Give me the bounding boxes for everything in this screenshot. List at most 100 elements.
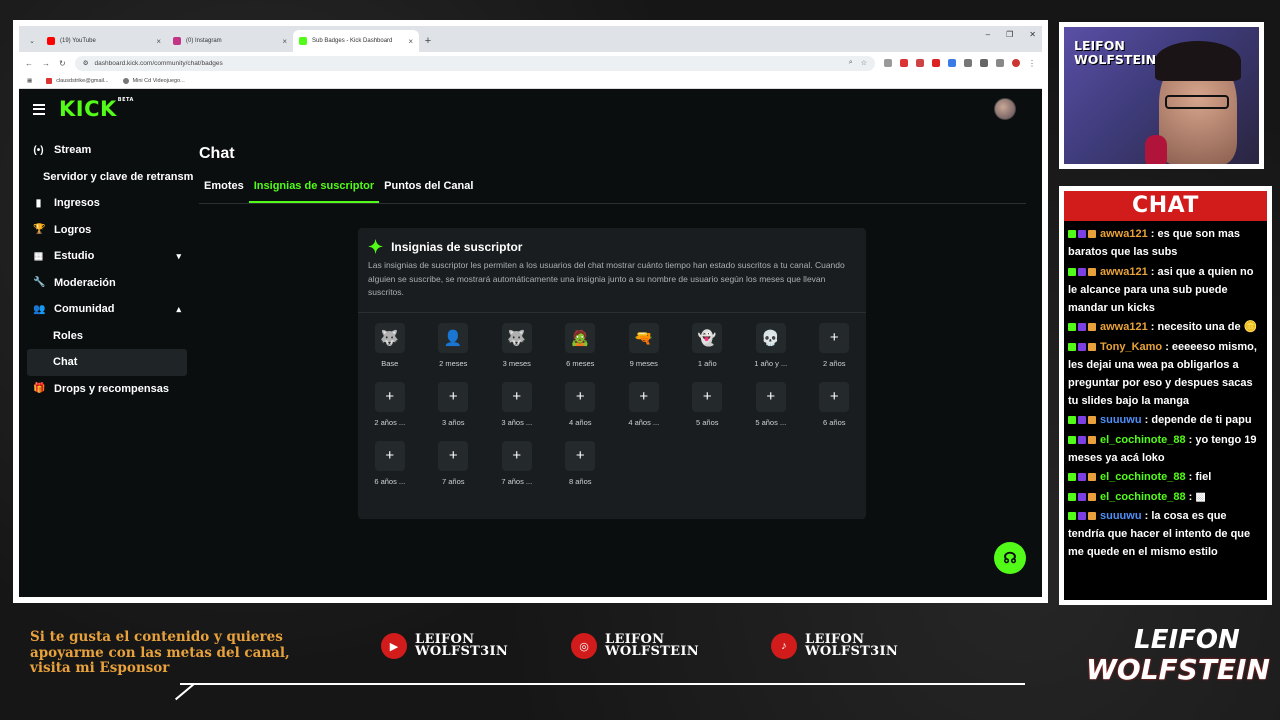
- kick-logo[interactable]: KICKBETA: [59, 97, 134, 121]
- bookmark-item[interactable]: Mini Cd Videojuego...: [122, 78, 185, 84]
- add-badge-plus-icon[interactable]: +: [438, 440, 469, 471]
- sidebar-item-ingresos[interactable]: ▮ Ingresos: [27, 190, 187, 217]
- add-badge-plus-icon[interactable]: +: [501, 381, 532, 412]
- divider: [180, 683, 1025, 685]
- instagram-favicon-icon: [173, 37, 181, 45]
- badge-slot[interactable]: 💀 1 año y ...: [739, 322, 803, 368]
- badge-image-icon[interactable]: 👤: [438, 322, 469, 353]
- browser-window: ⌄ (19) YouTube × (0) Instagram × Sub Bad…: [19, 26, 1042, 597]
- badge-slot[interactable]: +2 años: [803, 322, 867, 368]
- chat-message: suuuwu : la cosa es que tendría que hace…: [1068, 507, 1263, 561]
- zoom-icon[interactable]: ⌕: [849, 59, 853, 67]
- close-icon[interactable]: ×: [156, 37, 161, 46]
- badge-slot[interactable]: +6 años ...: [358, 440, 422, 486]
- support-headset-button[interactable]: ☊: [994, 542, 1026, 574]
- close-icon[interactable]: ×: [408, 37, 413, 46]
- add-badge-plus-icon[interactable]: +: [692, 381, 723, 412]
- close-icon[interactable]: ×: [282, 37, 287, 46]
- chat-text: necesito una de 🪙: [1157, 321, 1258, 333]
- bookmark-star-icon[interactable]: ☆: [861, 59, 867, 67]
- address-bar[interactable]: ⚙ dashboard.kick.com/community/chat/badg…: [74, 55, 875, 71]
- badge-slot[interactable]: +2 años ...: [358, 381, 422, 427]
- extension-icon[interactable]: [964, 59, 972, 67]
- extension-icon[interactable]: [900, 59, 908, 67]
- badge-slot[interactable]: 🔫 9 meses: [612, 322, 676, 368]
- badge-slot[interactable]: 🧟 6 meses: [549, 322, 613, 368]
- puzzle-icon[interactable]: [980, 59, 988, 67]
- tab-search-dropdown[interactable]: ⌄: [23, 30, 41, 52]
- sidebar-item-moderacion[interactable]: 🔧 Moderación: [27, 270, 187, 297]
- forward-icon[interactable]: →: [42, 59, 50, 68]
- chat-text: depende de ti papu: [1151, 414, 1252, 426]
- top-nav: KICKBETA: [19, 89, 1042, 129]
- new-tab-button[interactable]: +: [419, 30, 437, 52]
- add-badge-plus-icon[interactable]: +: [374, 381, 405, 412]
- browser-tab-instagram[interactable]: (0) Instagram ×: [167, 30, 293, 52]
- gmail-icon[interactable]: [932, 59, 940, 67]
- sidebar-item-stream[interactable]: (•) Stream: [27, 137, 187, 164]
- badge-image-icon[interactable]: 💀: [755, 322, 786, 353]
- badge-slot[interactable]: 👤 2 meses: [422, 322, 486, 368]
- tab-emotes[interactable]: Emotes: [199, 180, 249, 203]
- extension-icon[interactable]: [948, 59, 956, 67]
- add-badge-plus-icon[interactable]: +: [374, 440, 405, 471]
- close-window-icon[interactable]: ✕: [1029, 30, 1036, 39]
- badge-slot[interactable]: +4 años: [549, 381, 613, 427]
- badge-slot[interactable]: +3 años: [422, 381, 486, 427]
- badge-slot[interactable]: +6 años: [803, 381, 867, 427]
- badge-image-icon[interactable]: 👻: [692, 322, 723, 353]
- add-badge-plus-icon[interactable]: +: [565, 381, 596, 412]
- sidebar-item-comunidad[interactable]: 👥 Comunidad ▴: [27, 296, 187, 323]
- browser-tab-youtube[interactable]: (19) YouTube ×: [41, 30, 167, 52]
- badge-slot[interactable]: +5 años: [676, 381, 740, 427]
- site-info-icon[interactable]: ⚙: [83, 59, 89, 67]
- add-badge-plus-icon[interactable]: +: [819, 381, 850, 412]
- badge-slot[interactable]: 🐺 3 meses: [485, 322, 549, 368]
- badge-slot[interactable]: +4 años ...: [612, 381, 676, 427]
- add-badge-plus-icon[interactable]: +: [819, 322, 850, 353]
- badge-image-icon[interactable]: 🐺: [374, 322, 405, 353]
- badge-slot[interactable]: +3 años ...: [485, 381, 549, 427]
- back-icon[interactable]: ←: [25, 59, 33, 68]
- add-badge-plus-icon[interactable]: +: [501, 440, 532, 471]
- sidebar-item-server-key[interactable]: Servidor y clave de retransm: [27, 164, 193, 191]
- user-badge-icon: [1078, 492, 1086, 501]
- sidebar-item-estudio[interactable]: ▦ Estudio ▾: [27, 243, 187, 270]
- sidebar-item-chat[interactable]: Chat: [27, 349, 187, 376]
- apps-grid-icon[interactable]: ▦: [27, 78, 32, 84]
- badge-image-icon[interactable]: 🔫: [628, 322, 659, 353]
- menu-kebab-icon[interactable]: ⋮: [1028, 59, 1036, 68]
- wrench-icon: 🔧: [33, 277, 46, 289]
- sidebar-item-logros[interactable]: 🏆 Logros: [27, 217, 187, 244]
- restore-icon[interactable]: ❐: [1006, 30, 1013, 39]
- profile-icon[interactable]: [1012, 59, 1020, 67]
- tab-puntos[interactable]: Puntos del Canal: [379, 180, 478, 203]
- badge-image-icon[interactable]: 🧟: [565, 322, 596, 353]
- tab-insignias[interactable]: Insignias de suscriptor: [248, 180, 380, 203]
- badge-slot[interactable]: +7 años ...: [485, 440, 549, 486]
- badge-slot[interactable]: +7 años: [422, 440, 486, 486]
- add-badge-plus-icon[interactable]: +: [755, 381, 786, 412]
- badge-slot[interactable]: 🐺 Base: [358, 322, 422, 368]
- browser-tab-kick[interactable]: Sub Badges - Kick Dashboard ×: [293, 30, 419, 52]
- sidebar-item-roles[interactable]: Roles: [27, 323, 187, 350]
- user-avatar[interactable]: [994, 98, 1016, 120]
- promo-line: visita mi Esponsor: [30, 660, 170, 676]
- hamburger-menu-icon[interactable]: [33, 103, 45, 115]
- downloads-icon[interactable]: [996, 59, 1004, 67]
- reload-icon[interactable]: ↻: [59, 59, 66, 68]
- add-badge-plus-icon[interactable]: +: [438, 381, 469, 412]
- bookmark-item[interactable]: clausdstrike@gmail...: [46, 78, 109, 84]
- badge-image-icon[interactable]: 🐺: [501, 322, 532, 353]
- badge-slot[interactable]: +8 años: [549, 440, 613, 486]
- user-badge-icon: [1068, 323, 1076, 331]
- badge-slot[interactable]: +5 años ...: [739, 381, 803, 427]
- extension-icon[interactable]: [884, 59, 892, 67]
- sidebar-item-drops[interactable]: 🎁 Drops y recompensas: [27, 376, 187, 403]
- badge-label: Base: [381, 358, 399, 368]
- add-badge-plus-icon[interactable]: +: [628, 381, 659, 412]
- extension-icon[interactable]: [916, 59, 924, 67]
- minimize-icon[interactable]: –: [986, 30, 990, 39]
- badge-slot[interactable]: 👻 1 año: [676, 322, 740, 368]
- add-badge-plus-icon[interactable]: +: [565, 440, 596, 471]
